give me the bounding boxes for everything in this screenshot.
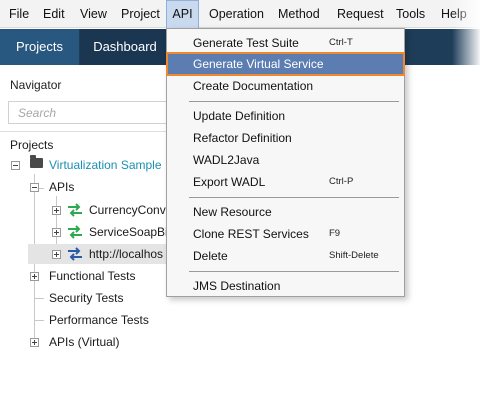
menu-item-label: Generate Virtual Service — [193, 57, 324, 71]
blue-arrows-icon — [68, 247, 82, 261]
search-input[interactable] — [9, 102, 172, 123]
tree-header-projects: Projects — [10, 138, 54, 152]
menu-separator — [189, 101, 399, 102]
menu-item-update-definition[interactable]: Update Definition — [167, 105, 404, 127]
menu-item-delete[interactable]: Delete Shift-Delete — [167, 245, 404, 267]
menu-view[interactable]: View — [80, 0, 107, 28]
tree-item-apis[interactable]: APIs — [49, 180, 74, 194]
menu-item-shortcut: Shift-Delete — [329, 250, 379, 261]
menu-item-label: Clone REST Services — [193, 227, 309, 241]
collapse-toggle[interactable] — [30, 183, 39, 192]
menu-item-export-wadl[interactable]: Export WADL Ctrl-P — [167, 171, 404, 193]
tree-line — [34, 320, 44, 321]
menu-file[interactable]: File — [9, 0, 29, 28]
menu-item-clone-rest-services[interactable]: Clone REST Services F9 — [167, 223, 404, 245]
menu-item-label: Export WADL — [193, 175, 266, 189]
expand-toggle[interactable] — [30, 272, 39, 281]
menu-item-label: Generate Test Suite — [193, 36, 299, 50]
collapse-toggle[interactable] — [11, 161, 20, 170]
expand-toggle[interactable] — [52, 250, 61, 259]
menubar: File Edit View Project API Operation Met… — [0, 0, 480, 28]
green-arrows-icon — [68, 203, 82, 217]
menu-item-label: New Resource — [193, 205, 272, 219]
navigator-title: Navigator — [10, 78, 62, 92]
tree-line — [34, 298, 44, 299]
menu-item-label: Create Documentation — [193, 79, 314, 93]
menu-operation[interactable]: Operation — [209, 0, 264, 28]
menu-item-jms-destination[interactable]: JMS Destination — [167, 275, 404, 297]
menu-item-label: Update Definition — [193, 109, 286, 123]
menu-item-label: Delete — [193, 249, 228, 263]
menu-item-shortcut: F9 — [329, 228, 341, 239]
expand-toggle[interactable] — [52, 228, 61, 237]
tree-item-apis-virtual[interactable]: APIs (Virtual) — [49, 335, 119, 349]
tab-dashboard[interactable]: Dashboard — [80, 29, 170, 65]
tree-item-service[interactable]: http://localhos — [89, 247, 163, 261]
tree-item-functional-tests[interactable]: Functional Tests — [49, 269, 136, 283]
menu-help[interactable]: Help — [441, 0, 467, 28]
menu-item-new-resource[interactable]: New Resource — [167, 201, 404, 223]
menu-request[interactable]: Request — [337, 0, 384, 28]
folder-icon — [30, 155, 43, 168]
menu-item-wadl2java[interactable]: WADL2Java — [167, 149, 404, 171]
menu-item-label: Refactor Definition — [193, 131, 292, 145]
expand-toggle[interactable] — [52, 206, 61, 215]
menu-separator — [189, 197, 399, 198]
menu-api[interactable]: API — [166, 0, 199, 28]
menu-project[interactable]: Project — [121, 0, 160, 28]
menu-edit[interactable]: Edit — [43, 0, 65, 28]
menu-item-label: WADL2Java — [193, 153, 260, 167]
menu-item-generate-virtual-service[interactable]: Generate Virtual Service — [166, 52, 405, 76]
green-arrows-icon — [68, 225, 82, 239]
menu-item-shortcut: Ctrl-T — [329, 37, 353, 48]
navigator-search[interactable] — [8, 101, 173, 124]
tree-item-performance-tests[interactable]: Performance Tests — [49, 313, 149, 327]
tab-projects[interactable]: Projects — [0, 29, 79, 65]
tree-item-project[interactable]: Virtualization Sample — [49, 158, 162, 172]
tree-item-security-tests[interactable]: Security Tests — [49, 291, 123, 305]
menu-item-generate-test-suite[interactable]: Generate Test Suite Ctrl-T — [167, 32, 404, 54]
menu-item-create-documentation[interactable]: Create Documentation — [167, 75, 404, 97]
menu-item-shortcut: Ctrl-P — [329, 176, 354, 187]
menu-item-label: JMS Destination — [193, 279, 281, 293]
tree-item-service[interactable]: CurrencyConve — [89, 203, 172, 217]
menu-item-refactor-definition[interactable]: Refactor Definition — [167, 127, 404, 149]
menu-separator — [189, 271, 399, 272]
navigator-divider — [0, 131, 170, 132]
menu-tools[interactable]: Tools — [396, 0, 425, 28]
expand-toggle[interactable] — [30, 338, 39, 347]
api-dropdown-menu: Generate Test Suite Ctrl-T Generate Virt… — [166, 28, 405, 297]
tree-item-service[interactable]: ServiceSoapBin — [89, 225, 174, 239]
menu-method[interactable]: Method — [278, 0, 320, 28]
